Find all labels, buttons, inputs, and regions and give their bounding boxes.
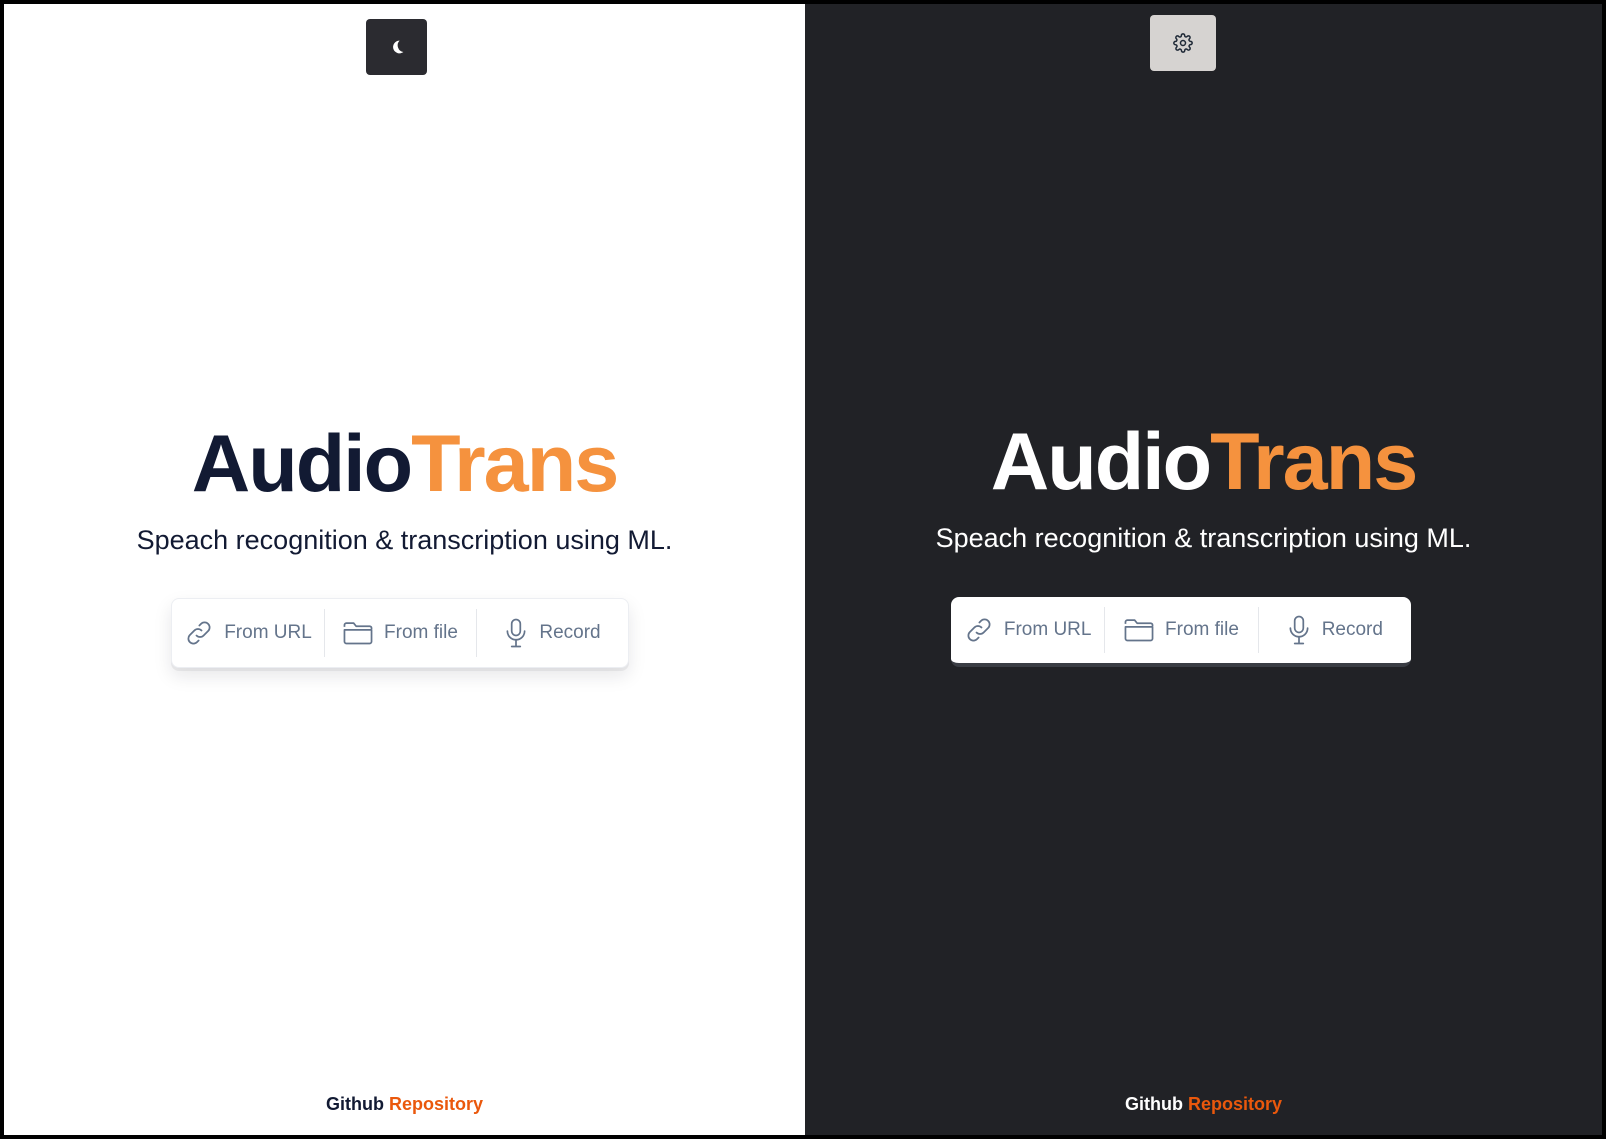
microphone-icon (506, 618, 526, 648)
record-button[interactable]: Record (1257, 597, 1411, 663)
link-icon (187, 621, 211, 645)
from-file-button[interactable]: From file (1104, 597, 1257, 663)
footer: Github Repository (4, 1094, 805, 1115)
from-url-label: From URL (1003, 619, 1092, 640)
footer-text: Github (1124, 1094, 1183, 1114)
app-title: AudioTrans (4, 424, 805, 505)
moon-icon (392, 40, 403, 54)
microphone-icon (1289, 615, 1309, 645)
input-options-bar: From URL From file Record (171, 598, 629, 668)
record-button[interactable]: Record (476, 599, 628, 667)
github-repository-link[interactable]: Repository (1188, 1094, 1282, 1114)
folder-icon (1124, 619, 1154, 642)
app-title: AudioTrans (805, 422, 1602, 503)
link-icon (967, 618, 991, 642)
hero: AudioTrans Speach recognition & transcri… (805, 422, 1602, 554)
from-url-button[interactable]: From URL (951, 597, 1104, 663)
from-file-button[interactable]: From file (324, 599, 476, 667)
record-label: Record (539, 622, 601, 643)
hero: AudioTrans Speach recognition & transcri… (4, 424, 805, 556)
light-theme-pane: AudioTrans Speach recognition & transcri… (4, 4, 805, 1135)
input-options-bar: From URL From file Record (951, 597, 1411, 667)
footer: Github Repository (805, 1094, 1602, 1115)
record-label: Record (1321, 619, 1383, 640)
app-subtitle: Speach recognition & transcription using… (935, 523, 1472, 553)
app-subtitle: Speach recognition & transcription using… (136, 525, 673, 555)
from-url-label: From URL (224, 622, 312, 643)
app-title-part2: Trans (411, 419, 619, 509)
folder-icon (343, 622, 373, 645)
screenshot-frame: AudioTrans Speach recognition & transcri… (0, 0, 1606, 1139)
from-file-label: From file (1165, 619, 1239, 640)
app-title-part2: Trans (1210, 417, 1418, 507)
github-repository-link[interactable]: Repository (389, 1094, 483, 1114)
gear-icon (1173, 33, 1193, 53)
theme-toggle-button[interactable] (366, 19, 427, 75)
from-file-label: From file (384, 622, 458, 643)
theme-toggle-button[interactable] (1150, 15, 1216, 71)
app-title-part1: Audio (990, 417, 1212, 507)
dark-theme-pane: AudioTrans Speach recognition & transcri… (805, 4, 1602, 1135)
footer-text: Github (325, 1094, 384, 1114)
from-url-button[interactable]: From URL (172, 599, 324, 667)
app-title-part1: Audio (191, 419, 413, 509)
